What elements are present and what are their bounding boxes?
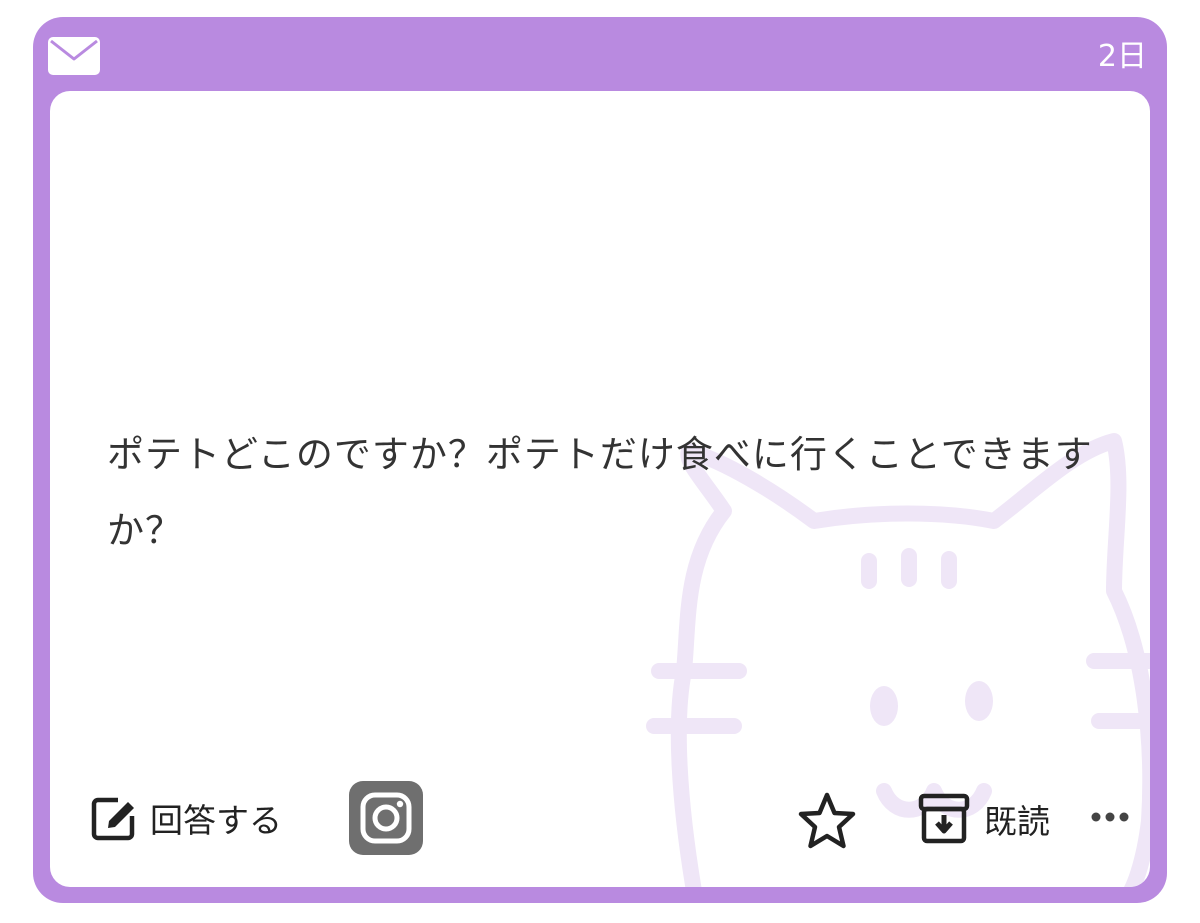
question-text: ポテトどこのですか？ポテトだけ食べに行くことできますか？ <box>107 433 1093 552</box>
action-bar: 回答する 既読 <box>50 781 1150 857</box>
mail-icon <box>48 37 100 75</box>
reply-button[interactable]: 回答する <box>90 793 282 843</box>
reply-label: 回答する <box>150 801 282 840</box>
received-age: 2日 <box>1097 39 1147 74</box>
more-icon[interactable] <box>1090 797 1130 837</box>
message-panel: ポテトどこのですか？ポテトだけ食べに行くことできますか？ 回答する 既読 <box>50 91 1150 887</box>
archive-button[interactable]: 既読 <box>918 791 1050 847</box>
instagram-icon[interactable] <box>349 781 423 855</box>
archive-icon <box>918 793 970 844</box>
archive-label: 既読 <box>984 802 1050 841</box>
question-card: 2日 ポテトどこのですか？ポテトだけ食べに行くことできますか？ 回答する 既読 <box>33 17 1167 903</box>
card-header: 2日 <box>33 17 1167 91</box>
edit-icon <box>91 797 135 841</box>
star-icon[interactable] <box>796 791 858 851</box>
